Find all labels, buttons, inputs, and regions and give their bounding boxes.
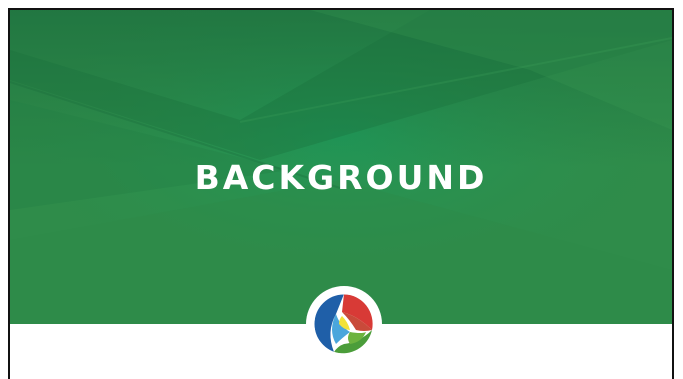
green-banner: BACKGROUND: [10, 10, 672, 324]
slide: BACKGROUND: [8, 8, 674, 379]
logo-badge: [306, 286, 382, 362]
slide-title: BACKGROUND: [194, 158, 488, 197]
tricolor-circle-logo-icon: [313, 293, 375, 355]
